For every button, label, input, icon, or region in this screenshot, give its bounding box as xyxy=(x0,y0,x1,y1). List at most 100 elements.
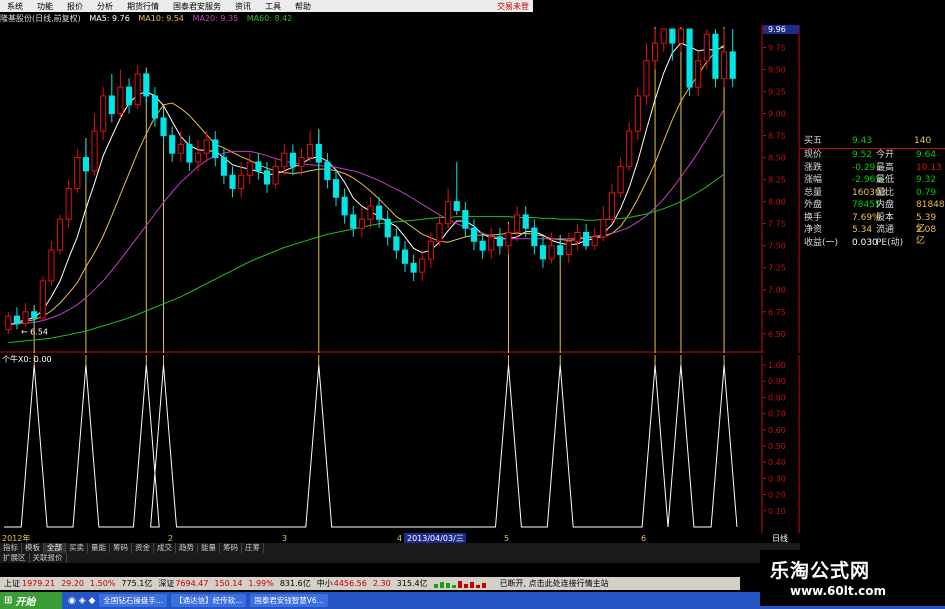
ma-line-ma60 xyxy=(8,173,725,344)
quote-row: 净资 5.34 流通 2.08亿 xyxy=(800,225,945,246)
date-month-label: 3 xyxy=(282,534,287,543)
candle xyxy=(117,69,124,118)
quote-divider xyxy=(800,148,945,149)
candle xyxy=(74,148,81,193)
ma-info-bar: 隆基股份(日线,前复权) MA5: 9.76 MA10: 9.54 MA20: … xyxy=(0,13,760,24)
candle xyxy=(462,201,469,237)
zx-index-label: 中小 xyxy=(316,579,333,588)
candle xyxy=(160,109,167,145)
quicklaunch-icon[interactable]: ◉ ◈ ◆ xyxy=(68,596,95,606)
indicator-tab-9[interactable]: 能量 xyxy=(198,543,220,553)
taskbar-window-1[interactable]: 【通达信】经传软... xyxy=(171,594,247,607)
menu-item-8[interactable]: 帮助 xyxy=(288,1,318,12)
indicator-tab-4[interactable]: 量能 xyxy=(88,543,110,553)
quote-label: PE(动) xyxy=(876,237,904,248)
menu-item-2[interactable]: 报价 xyxy=(60,1,90,12)
menu-item-0[interactable]: 系统 xyxy=(0,1,30,12)
indicator-tab-5[interactable]: 筹码 xyxy=(110,543,132,553)
price-tick-label: 6.75 xyxy=(768,308,786,317)
candle xyxy=(22,302,29,327)
indicator-tab-6[interactable]: 资金 xyxy=(132,543,154,553)
quote-row: 涨跌 -0.29 最高 10.13 xyxy=(800,163,945,174)
candle xyxy=(677,28,685,52)
candle xyxy=(660,28,667,52)
zx-index-value: 4456.56 xyxy=(333,579,367,588)
price-tick-label: 8.25 xyxy=(768,176,786,185)
menu-item-7[interactable]: 工具 xyxy=(258,1,288,12)
trade-status-link[interactable]: 交易未登 xyxy=(497,1,533,12)
indicator-tab-3[interactable]: 买卖 xyxy=(66,543,88,553)
taskbar-window-2[interactable]: 国泰君安钱智慧V6... xyxy=(250,594,328,607)
quote-label: 换手 xyxy=(804,212,823,223)
ind-tick-label: 0.80 xyxy=(768,393,786,402)
menu-item-6[interactable]: 资讯 xyxy=(228,1,258,12)
candle xyxy=(358,206,365,237)
indicator-tab-11[interactable]: 庄筹 xyxy=(242,543,264,553)
menu-item-4[interactable]: 期货行情 xyxy=(120,1,166,12)
ind-tick-label: 0.20 xyxy=(768,491,786,500)
indicator-tab-7[interactable]: 成交 xyxy=(154,543,176,553)
status-bar: 上证 1979.21 29.20 1.50% 775.1亿 深证 7694.47… xyxy=(0,577,740,590)
quote-label: 外盘 xyxy=(804,200,823,210)
price-tick-label: 9.00 xyxy=(768,110,786,119)
candle xyxy=(712,29,719,88)
candle xyxy=(186,135,193,171)
indicator-tabs: 指标 模板 全部 买卖 量能 筹码 资金 成交 趋势 能量 筹码 庄筹 xyxy=(0,543,800,553)
connection-message[interactable]: 已断开, 点击此处连接行情主站 xyxy=(500,578,609,589)
candlestick-chart[interactable]: ← 6.54 xyxy=(0,25,763,353)
candle xyxy=(643,43,650,105)
indicator-tab-10[interactable]: 筹码 xyxy=(220,543,242,553)
candle xyxy=(427,232,434,268)
candle xyxy=(212,131,219,167)
candle xyxy=(531,219,538,255)
quote-row: 换手 7.69% 股本 5.39亿 xyxy=(800,212,945,234)
extension-tabs: 扩展区 关联报价 xyxy=(0,553,800,563)
candle xyxy=(307,131,314,163)
quote-value: 9.52 xyxy=(852,150,873,160)
indicator-line xyxy=(4,364,738,528)
ma60-value: MA60: 8.42 xyxy=(246,14,293,23)
quote-label: 最低 xyxy=(876,175,895,185)
sz-index-amount: 831.6亿 xyxy=(279,579,311,588)
price-tick-label: 8.00 xyxy=(768,198,786,207)
price-tick-label: 7.25 xyxy=(768,264,786,273)
quote-value: 0.79 xyxy=(916,187,937,198)
candle xyxy=(393,228,400,259)
candle xyxy=(169,126,176,163)
date-month-label: 4 xyxy=(397,534,402,543)
price-tick-label: 7.00 xyxy=(768,286,786,295)
watermark-title: 乐淘公式网 xyxy=(770,560,871,582)
menu-bar: 系统 功能 报价 分析 期货行情 国泰君安服务 资讯 工具 帮助 交易未登 xyxy=(0,0,533,12)
extension-tab-1[interactable]: 关联报价 xyxy=(30,553,67,563)
menu-item-5[interactable]: 国泰君安服务 xyxy=(166,1,228,12)
ind-tick-label: 1.00 xyxy=(768,361,786,370)
candle xyxy=(263,162,271,193)
start-label: 开始 xyxy=(15,597,36,608)
date-axis: 2012年 2 3 4 5 6 2013/04/03/三 xyxy=(0,533,763,543)
candle xyxy=(341,188,348,224)
start-button[interactable]: ⊞ 开始 xyxy=(0,592,62,609)
quote-label: 流通 xyxy=(876,225,895,235)
indicator-tab-2[interactable]: 全部 xyxy=(44,543,66,553)
market-breadth-bars-icon xyxy=(433,581,486,588)
price-tick-label: 8.50 xyxy=(768,154,786,163)
price-tick-label: 9.96 xyxy=(768,25,786,34)
candle xyxy=(255,153,262,180)
candle xyxy=(65,179,72,229)
taskbar-window-0[interactable]: 全国钻石操盘手... xyxy=(99,594,168,607)
quote-value: 10.13 xyxy=(916,162,942,173)
quote-label: 最高 xyxy=(876,162,895,173)
candle xyxy=(91,113,98,176)
indicator-tab-1[interactable]: 模板 xyxy=(22,543,44,553)
indicator-tab-0[interactable]: 指标 xyxy=(0,543,22,553)
menu-item-3[interactable]: 分析 xyxy=(90,1,120,12)
candle xyxy=(298,148,305,176)
sz-index-label: 深证 xyxy=(158,579,175,588)
menu-item-1[interactable]: 功能 xyxy=(30,1,60,12)
indicator-chart[interactable] xyxy=(0,355,763,533)
extension-tab-0[interactable]: 扩展区 xyxy=(0,553,30,563)
indicator-tab-8[interactable]: 趋势 xyxy=(176,543,198,553)
candle xyxy=(246,153,253,185)
candle xyxy=(410,254,417,281)
candle xyxy=(453,162,460,215)
